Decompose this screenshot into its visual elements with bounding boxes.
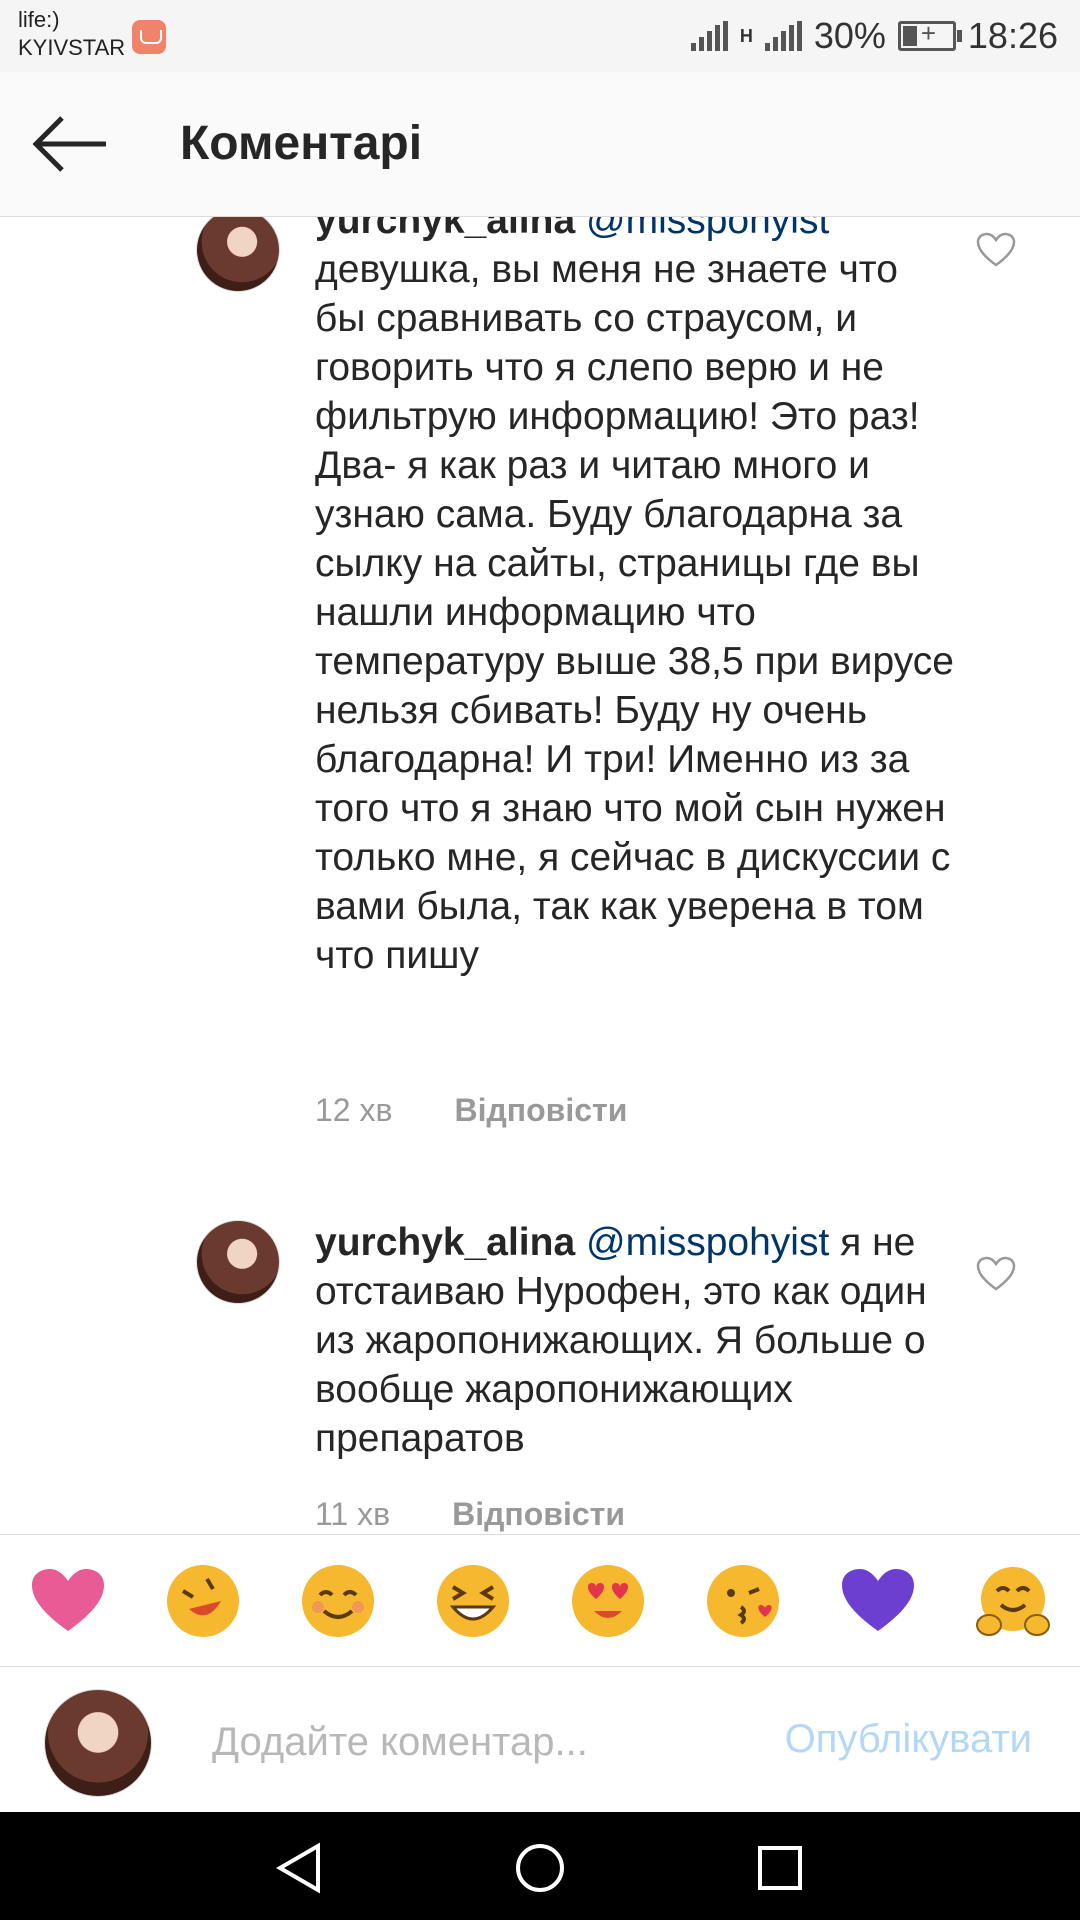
like-button[interactable]: [976, 1256, 1016, 1292]
smiling-face-icon[interactable]: [298, 1561, 378, 1641]
comment-time: 12 хв: [315, 1092, 393, 1128]
avatar[interactable]: [196, 216, 280, 292]
signal-icon: [690, 21, 728, 51]
circle-home-icon: [516, 1844, 564, 1892]
battery-icon: +: [897, 18, 962, 51]
battery-percent: 30%: [813, 15, 886, 56]
screen: life:) KYIVSTAR H 30% + 18:26 Коментарі …: [0, 0, 1080, 1920]
pink-heart-icon[interactable]: [28, 1561, 108, 1641]
nav-back-button[interactable]: [272, 1840, 328, 1896]
carrier-line-1: life:): [18, 7, 60, 32]
comment-body: девушка, вы меня не знаете что бы сравни…: [315, 248, 954, 977]
reply-button[interactable]: Відповісти: [454, 1092, 627, 1129]
comment-meta: 11 хв Відповісти: [315, 1496, 625, 1533]
navigation-bar: [0, 1812, 1080, 1920]
purple-heart-icon[interactable]: [838, 1561, 918, 1641]
back-button[interactable]: [30, 112, 110, 176]
comment-username[interactable]: yurchyk_alina: [315, 216, 575, 242]
status-right: H 30% + 18:26: [690, 10, 1058, 62]
reply-button[interactable]: Відповісти: [452, 1496, 625, 1533]
hugging-face-icon[interactable]: [973, 1561, 1053, 1641]
carrier-line-2: KYIVSTAR: [18, 35, 126, 60]
avatar[interactable]: [196, 1220, 280, 1304]
grinning-squinting-face-icon[interactable]: [433, 1561, 513, 1641]
like-button[interactable]: [976, 232, 1016, 268]
arrow-left-icon: [32, 116, 106, 172]
page-title: Коментарі: [180, 117, 423, 170]
notification-icon: [132, 20, 166, 54]
comment-username[interactable]: yurchyk_alina: [315, 1221, 575, 1264]
nav-home-button[interactable]: [512, 1840, 568, 1896]
comment-input-bar: Опублікувати: [0, 1666, 1080, 1813]
comment-meta: 12 хв Відповісти: [315, 1092, 627, 1129]
comment-time: 11 хв: [315, 1496, 391, 1532]
current-user-avatar: [44, 1689, 152, 1797]
comment-text: yurchyk_alina @misspohyist девушка, вы м…: [315, 216, 955, 980]
header: Коментарі: [0, 72, 1080, 217]
emoji-bar: [0, 1534, 1080, 1667]
comment-mention[interactable]: @misspohyist: [586, 1221, 829, 1264]
comments-list[interactable]: yurchyk_alina @misspohyist девушка, вы м…: [0, 216, 1080, 1534]
network-type-label: H: [739, 25, 753, 46]
nav-recents-button[interactable]: [752, 1840, 808, 1896]
square-recents-icon: [758, 1846, 802, 1890]
heart-outline-icon: [976, 1256, 1016, 1291]
clock: 18:26: [967, 15, 1058, 56]
comment-mention[interactable]: @misspohyist: [586, 216, 829, 242]
carrier-info: life:) KYIVSTAR: [18, 6, 125, 62]
heart-outline-icon: [976, 232, 1016, 267]
status-bar: life:) KYIVSTAR H 30% + 18:26: [0, 0, 1080, 72]
rolling-laughing-face-icon[interactable]: [163, 1561, 243, 1641]
comment-input[interactable]: [210, 1711, 734, 1773]
triangle-back-icon: [276, 1842, 320, 1894]
kissing-face-icon[interactable]: [703, 1561, 783, 1641]
heart-eyes-face-icon[interactable]: [568, 1561, 648, 1641]
comment-text: yurchyk_alina @misspohyist я не отстаива…: [315, 1218, 955, 1463]
signal-icon-2: [764, 21, 802, 51]
publish-button[interactable]: Опублікувати: [785, 1717, 1032, 1762]
